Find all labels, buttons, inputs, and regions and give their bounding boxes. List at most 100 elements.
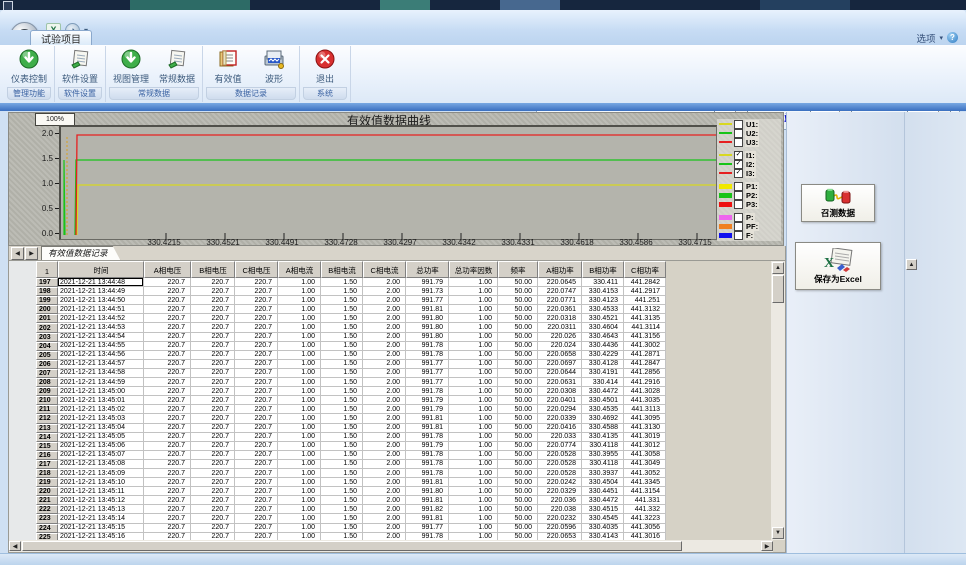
cell-value[interactable]: 991.77 xyxy=(406,524,449,533)
cell-value[interactable]: 220.0416 xyxy=(538,424,582,433)
cell-value[interactable]: 220.0528 xyxy=(538,469,582,478)
cell-value[interactable]: 220.7 xyxy=(191,442,235,451)
legend-checkbox[interactable]: ✓ xyxy=(734,169,743,178)
cell-value[interactable]: 441.3114 xyxy=(624,323,666,332)
cell-value[interactable]: 220.7 xyxy=(235,323,278,332)
cell-value[interactable]: 220.7 xyxy=(191,305,235,314)
cell-value[interactable]: 220.7 xyxy=(144,442,191,451)
legend-checkbox[interactable] xyxy=(734,129,743,138)
cell-value[interactable]: 1.00 xyxy=(278,351,321,360)
column-header-B相电压[interactable]: B相电压 xyxy=(191,261,235,278)
cell-time[interactable]: 2021-12-21 13:45:14 xyxy=(58,514,144,523)
cell-value[interactable]: 1.50 xyxy=(321,469,363,478)
cell-value[interactable]: 441.3135 xyxy=(624,314,666,323)
cell-value[interactable]: 991.81 xyxy=(406,424,449,433)
cell-value[interactable]: 1.50 xyxy=(321,378,363,387)
cell-value[interactable]: 441.3012 xyxy=(624,442,666,451)
cell-time[interactable]: 2021-12-21 13:45:05 xyxy=(58,433,144,442)
cell-value[interactable]: 220.0528 xyxy=(538,460,582,469)
cell-value[interactable]: 220.7 xyxy=(191,460,235,469)
cell-value[interactable]: 1.50 xyxy=(321,287,363,296)
cell-value[interactable]: 991.78 xyxy=(406,387,449,396)
cell-value[interactable]: 220.7 xyxy=(235,378,278,387)
cell-time[interactable]: 2021-12-21 13:45:01 xyxy=(58,396,144,405)
cell-value[interactable]: 2.00 xyxy=(363,360,406,369)
cell-value[interactable]: 220.7 xyxy=(144,278,191,287)
cell-value[interactable]: 1.50 xyxy=(321,514,363,523)
cell-value[interactable]: 220.7 xyxy=(235,460,278,469)
cell-value[interactable]: 330.4545 xyxy=(582,514,624,523)
cell-value[interactable]: 2.00 xyxy=(363,496,406,505)
cell-value[interactable]: 220.7 xyxy=(235,342,278,351)
cell-value[interactable]: 441.3035 xyxy=(624,396,666,405)
sheet-next-icon[interactable]: ▶ xyxy=(25,247,38,260)
cell-value[interactable]: 1.00 xyxy=(449,333,498,342)
help-icon[interactable]: ? xyxy=(947,32,958,43)
cell-value[interactable]: 220.7 xyxy=(144,287,191,296)
cell-value[interactable]: 220.7 xyxy=(144,387,191,396)
legend-checkbox[interactable] xyxy=(734,120,743,129)
column-header-A相电压[interactable]: A相电压 xyxy=(144,261,191,278)
cell-value[interactable]: 220.033 xyxy=(538,433,582,442)
cell-value[interactable]: 330.414 xyxy=(582,378,624,387)
cell-value[interactable]: 220.7 xyxy=(191,469,235,478)
cell-value[interactable]: 991.77 xyxy=(406,296,449,305)
cell-value[interactable]: 1.50 xyxy=(321,278,363,287)
cell-value[interactable]: 1.00 xyxy=(278,496,321,505)
cell-value[interactable]: 220.7 xyxy=(235,469,278,478)
cell-value[interactable]: 330.4504 xyxy=(582,478,624,487)
cell-value[interactable]: 50.00 xyxy=(498,424,538,433)
cell-value[interactable]: 1.50 xyxy=(321,296,363,305)
cell-value[interactable]: 2.00 xyxy=(363,305,406,314)
cell-value[interactable]: 220.7 xyxy=(191,342,235,351)
cell-value[interactable]: 220.7 xyxy=(191,296,235,305)
cell-value[interactable]: 1.00 xyxy=(449,433,498,442)
cell-value[interactable]: 50.00 xyxy=(498,278,538,287)
cell-value[interactable]: 220.7 xyxy=(235,451,278,460)
cell-value[interactable]: 1.00 xyxy=(278,433,321,442)
cell-value[interactable]: 1.00 xyxy=(278,460,321,469)
ribbon-button-有效值[interactable]: 有效值 xyxy=(205,46,251,86)
cell-value[interactable]: 330.4436 xyxy=(582,342,624,351)
cell-value[interactable]: 50.00 xyxy=(498,496,538,505)
cell-time[interactable]: 2021-12-21 13:45:13 xyxy=(58,505,144,514)
cell-value[interactable]: 50.00 xyxy=(498,487,538,496)
column-header-C相功率[interactable]: C相功率 xyxy=(624,261,666,278)
cell-value[interactable]: 1.00 xyxy=(278,296,321,305)
cell-value[interactable]: 1.00 xyxy=(449,378,498,387)
cell-value[interactable]: 220.7 xyxy=(191,323,235,332)
ribbon-button-仪表控制[interactable]: 仪表控制 xyxy=(6,46,52,86)
cell-value[interactable]: 220.7 xyxy=(235,360,278,369)
column-header-B相功率[interactable]: B相功率 xyxy=(582,261,624,278)
cell-value[interactable]: 2.00 xyxy=(363,396,406,405)
cell-value[interactable]: 220.7 xyxy=(191,451,235,460)
cell-value[interactable]: 441.332 xyxy=(624,505,666,514)
cell-time[interactable]: 2021-12-21 13:45:10 xyxy=(58,478,144,487)
cell-value[interactable]: 220.7 xyxy=(191,387,235,396)
cell-value[interactable]: 1.00 xyxy=(449,469,498,478)
cell-value[interactable]: 220.7 xyxy=(144,351,191,360)
cell-value[interactable]: 220.0294 xyxy=(538,405,582,414)
cell-value[interactable]: 50.00 xyxy=(498,451,538,460)
cell-value[interactable]: 2.00 xyxy=(363,524,406,533)
cell-value[interactable]: 991.80 xyxy=(406,323,449,332)
cell-value[interactable]: 1.00 xyxy=(449,496,498,505)
horizontal-scrollbar[interactable]: ◀ ▶ xyxy=(9,540,773,552)
cell-value[interactable]: 50.00 xyxy=(498,333,538,342)
cell-value[interactable]: 441.3019 xyxy=(624,433,666,442)
cell-value[interactable]: 1.50 xyxy=(321,451,363,460)
ribbon-group-label[interactable]: 管理功能 xyxy=(7,87,51,100)
cell-value[interactable]: 220.7 xyxy=(144,323,191,332)
legend-checkbox[interactable] xyxy=(734,191,743,200)
cell-value[interactable]: 330.4472 xyxy=(582,496,624,505)
cell-value[interactable]: 220.7 xyxy=(144,451,191,460)
cell-value[interactable]: 220.7 xyxy=(191,496,235,505)
cell-value[interactable]: 220.0528 xyxy=(538,451,582,460)
cell-value[interactable]: 1.00 xyxy=(449,451,498,460)
cell-value[interactable]: 220.0596 xyxy=(538,524,582,533)
cell-value[interactable]: 2.00 xyxy=(363,514,406,523)
cell-value[interactable]: 991.81 xyxy=(406,514,449,523)
cell-value[interactable]: 220.7 xyxy=(235,351,278,360)
cell-value[interactable]: 1.00 xyxy=(449,314,498,323)
cell-value[interactable]: 330.4692 xyxy=(582,414,624,423)
